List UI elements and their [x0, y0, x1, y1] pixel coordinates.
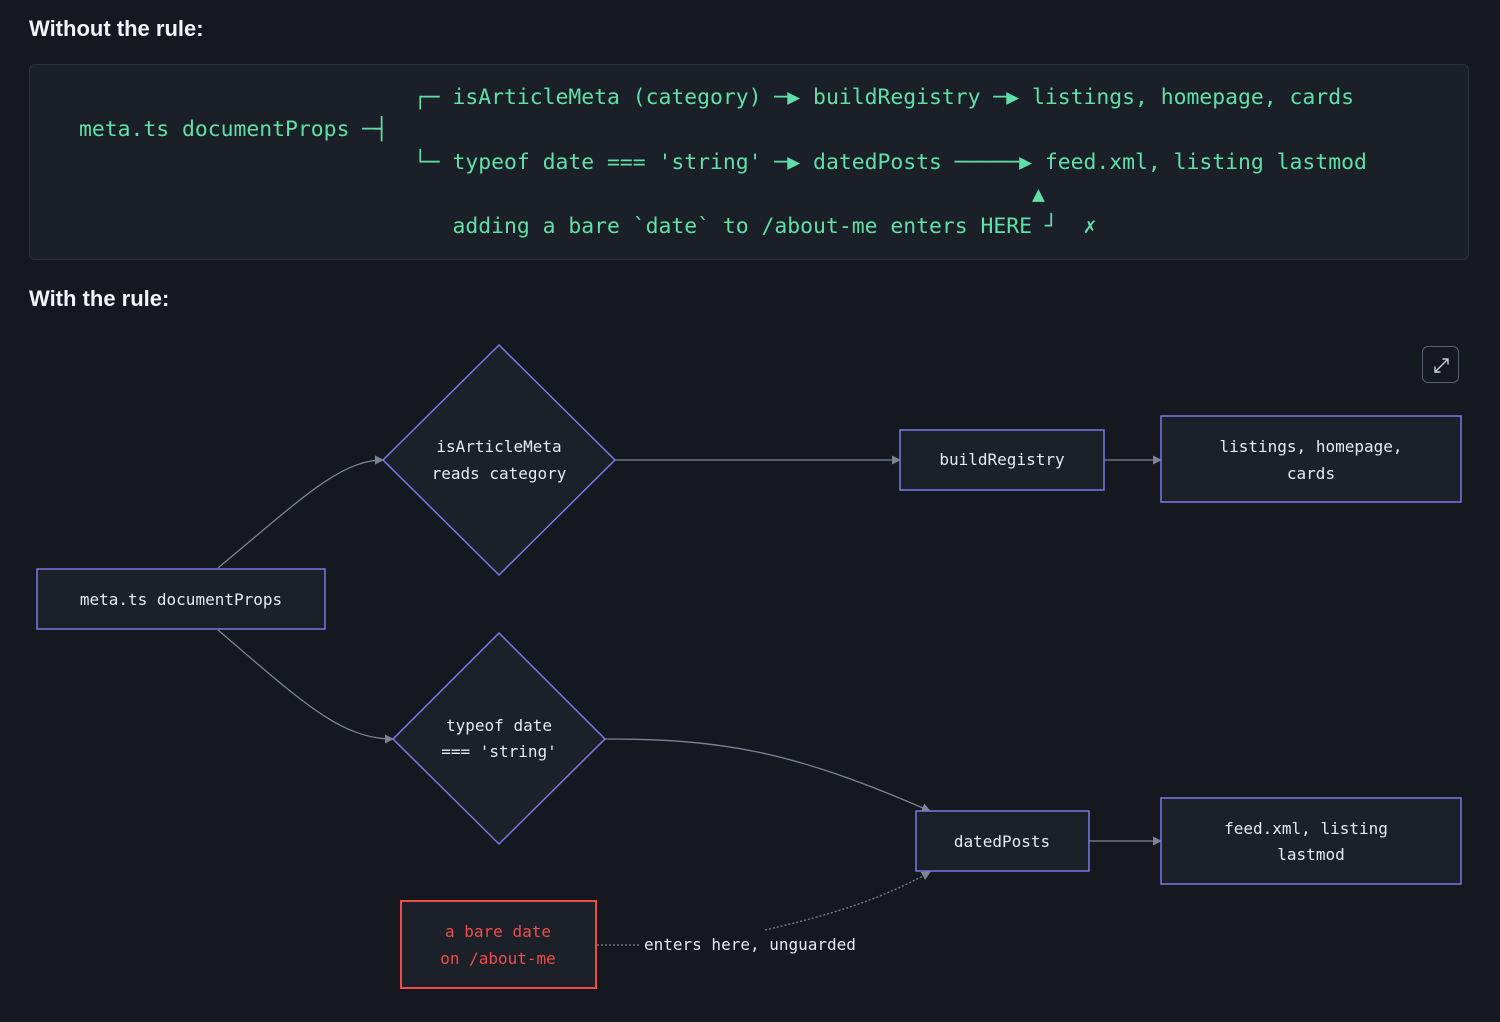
- node-isarticlemeta-decision: isArticleMeta reads category: [381, 343, 617, 577]
- node-label: cards: [1287, 464, 1335, 483]
- node-label: meta.ts documentProps: [80, 590, 282, 609]
- code-line: meta.ts documentProps ─┤: [79, 117, 389, 142]
- code-line: ▲: [79, 182, 1045, 207]
- code-block: ┌─ isArticleMeta (category) ─▶ buildRegi…: [29, 64, 1469, 260]
- node-label: listings, homepage,: [1219, 437, 1402, 456]
- code-line: └─ typeof date === 'string' ─▶ datedPost…: [79, 150, 1367, 175]
- node-label: buildRegistry: [939, 450, 1065, 469]
- expand-icon: [1434, 358, 1449, 373]
- node-label: feed.xml, listing: [1224, 819, 1388, 838]
- node-label: lastmod: [1277, 845, 1344, 864]
- expand-button[interactable]: [1422, 346, 1459, 383]
- node-bare-date-warning: a bare date on /about-me: [400, 900, 597, 989]
- node-label: typeof date: [446, 716, 552, 735]
- code-line: ┌─ isArticleMeta (category) ─▶ buildRegi…: [79, 85, 1354, 110]
- edge-source-to-typeof-date: [217, 629, 394, 744]
- node-typeof-date-decision: typeof date === 'string': [391, 631, 607, 846]
- node-label: on /about-me: [440, 949, 556, 968]
- code-line: adding a bare `date` to /about-me enters…: [79, 214, 1097, 239]
- section-heading-without-rule: Without the rule:: [29, 16, 204, 41]
- node-meta-documentprops: meta.ts documentProps: [36, 568, 326, 630]
- edge-typeof-date-to-datedposts: [604, 738, 931, 812]
- node-label: === 'string': [441, 742, 557, 761]
- node-label: reads category: [432, 464, 567, 483]
- node-label: a bare date: [445, 922, 551, 941]
- node-label: isArticleMeta: [436, 437, 561, 456]
- edge-source-to-isarticlemeta: [217, 455, 384, 569]
- node-feed-listing-lastmod: feed.xml, listing lastmod: [1160, 797, 1462, 885]
- edge-label-enters-here: enters here, unguarded: [644, 935, 856, 954]
- node-buildregistry: buildRegistry: [899, 429, 1105, 491]
- node-label: datedPosts: [954, 832, 1050, 851]
- section-heading-with-rule: With the rule:: [29, 286, 170, 311]
- node-listings-homepage-cards: listings, homepage, cards: [1160, 415, 1462, 503]
- flowchart: meta.ts documentProps isArticleMeta read…: [36, 343, 1462, 989]
- node-datedposts: datedPosts: [915, 810, 1090, 872]
